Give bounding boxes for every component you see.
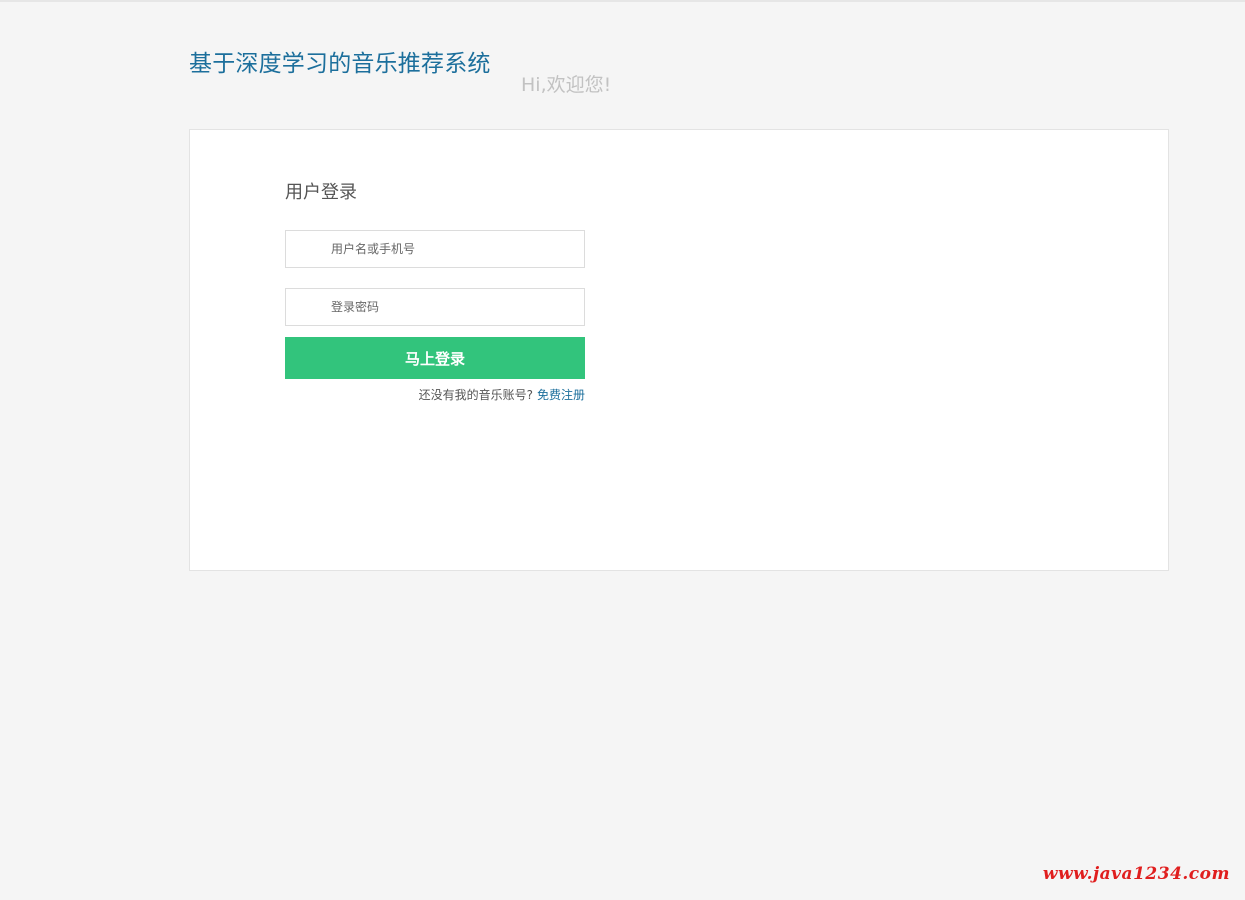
username-field[interactable]: [285, 230, 585, 268]
login-button[interactable]: 马上登录: [285, 337, 585, 379]
lock-icon: [302, 299, 314, 315]
register-line: 还没有我的音乐账号? 免费注册: [285, 386, 585, 403]
password-field[interactable]: [285, 288, 585, 326]
welcome-text: Hi,欢迎您!: [521, 74, 612, 96]
password-input[interactable]: [331, 289, 579, 325]
login-panel: 用户登录 马上登录 还没有我的音乐账号? 免费注册: [189, 129, 1169, 571]
username-input[interactable]: [331, 231, 579, 267]
login-heading: 用户登录: [285, 182, 357, 203]
register-link[interactable]: 免费注册: [537, 388, 585, 402]
site-title: 基于深度学习的音乐推荐系统: [189, 51, 491, 77]
register-prompt: 还没有我的音乐账号?: [418, 388, 533, 402]
watermark-text: www.java1234.com: [1042, 864, 1230, 884]
user-icon: [301, 242, 315, 257]
top-divider: [0, 0, 1245, 2]
